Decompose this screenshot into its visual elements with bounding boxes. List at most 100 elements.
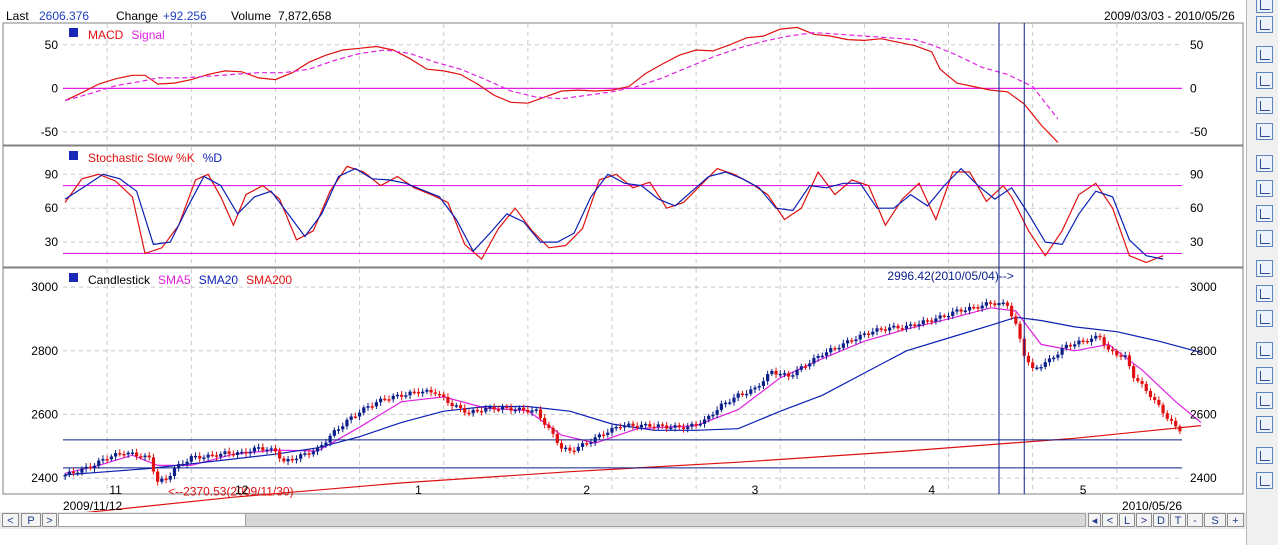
parallel-line-tool-icon[interactable]: [1256, 205, 1273, 222]
draw-pencil-tool-icon[interactable]: [1256, 367, 1273, 384]
candle-body: [976, 307, 980, 309]
candle-body: [118, 453, 122, 455]
horizontal-lines-tool-icon[interactable]: [1256, 123, 1273, 140]
eraser-tool-icon[interactable]: [1256, 447, 1273, 464]
zoom-in-button[interactable]: +: [1227, 513, 1244, 527]
candle-body: [568, 447, 572, 451]
candle-body: [694, 423, 698, 426]
cycle-tool-icon[interactable]: [1256, 285, 1273, 302]
vertical-lines-tool-icon[interactable]: [1256, 97, 1273, 114]
x-tick-label: 5: [1080, 483, 1087, 497]
candle-body: [702, 419, 707, 424]
candle-body: [1073, 344, 1077, 347]
candle-body: [635, 425, 639, 428]
next-button[interactable]: >: [1136, 513, 1152, 527]
candle-body: [824, 352, 829, 356]
settings-s-button[interactable]: S: [1204, 513, 1226, 527]
y-tick-label-right: 90: [1190, 167, 1204, 181]
daily-button[interactable]: D: [1153, 513, 1169, 527]
candle-body: [942, 315, 946, 317]
candle-body: [235, 452, 240, 455]
candle-body: [387, 399, 391, 401]
horizontal-scrollbar[interactable]: [58, 513, 1086, 527]
candle-body: [416, 391, 421, 394]
candle-body: [686, 426, 690, 430]
candle-body: [151, 457, 156, 472]
candle-body: [1115, 350, 1119, 356]
candle-body: [67, 471, 71, 475]
candle-body: [841, 343, 845, 348]
candle-body: [564, 447, 568, 450]
scroll-end-button[interactable]: ◂: [1088, 513, 1101, 527]
candle-body: [1001, 302, 1005, 305]
arc-tool-icon[interactable]: [1256, 46, 1273, 63]
box-tool-icon[interactable]: [1256, 342, 1273, 359]
y-tick-label-right: 2600: [1190, 407, 1217, 421]
candle-body: [522, 407, 526, 410]
chart-canvas[interactable]: 50 50 0 0 -50 -50 MACD Signal 90 90 60 60 30 30 Stocha…: [0, 0, 1246, 545]
scrollbar-thumb[interactable]: [59, 514, 246, 526]
candle-body: [92, 465, 97, 469]
candle-body: [320, 445, 324, 448]
candle-body: [623, 425, 627, 428]
candle-body: [181, 463, 185, 466]
candle-body: [808, 363, 812, 367]
candle-body: [315, 447, 320, 452]
label-tool-icon[interactable]: [1256, 180, 1273, 197]
candle-body: [795, 369, 799, 376]
candle-body: [97, 460, 101, 466]
candle-body: [665, 425, 669, 429]
candle-body: [257, 447, 261, 449]
candle-body: [357, 412, 362, 417]
prev-button[interactable]: <: [1102, 513, 1118, 527]
candle-body: [572, 450, 576, 453]
candle-body: [1102, 337, 1106, 346]
candle-body: [463, 408, 467, 413]
candle-body: [303, 453, 307, 455]
y-tick-label-right: 50: [1190, 38, 1204, 52]
speed-line-tool-icon[interactable]: [1256, 260, 1273, 277]
scroll-right-small-button[interactable]: >: [42, 513, 57, 527]
candle-body: [816, 355, 820, 358]
y-tick-label-left: 2400: [31, 471, 58, 485]
candle-body: [648, 423, 652, 427]
fibonacci-fan-tool-icon[interactable]: [1256, 0, 1273, 13]
y-tick-label-left: 0: [51, 81, 58, 95]
trendline-tool-icon[interactable]: [1256, 72, 1273, 89]
candle-body: [349, 416, 353, 420]
candle-body: [1119, 355, 1123, 357]
annotation-low: <--2370.53(2009/11/30): [168, 484, 294, 498]
drawing-toolbar: [1246, 0, 1278, 545]
candle-body: [202, 457, 206, 460]
candle-body: [538, 409, 543, 419]
candle-body: [1161, 404, 1165, 414]
legend-entry: SMA200: [246, 273, 292, 287]
channel-tool-icon[interactable]: [1256, 230, 1273, 247]
candle-body: [799, 366, 803, 370]
tick-button[interactable]: T: [1170, 513, 1186, 527]
candle-body: [450, 403, 454, 407]
candle-body: [917, 324, 921, 327]
page-button[interactable]: P: [21, 513, 41, 527]
refresh-tool-icon[interactable]: [1256, 472, 1273, 489]
y-tick-label-right: 30: [1190, 235, 1204, 249]
candle-body: [627, 423, 631, 426]
candle-body: [669, 427, 673, 430]
latest-button[interactable]: L: [1119, 513, 1135, 527]
candle-body: [1039, 366, 1043, 369]
candle-body: [1060, 348, 1064, 355]
candle-body: [534, 409, 538, 411]
text-tool-icon[interactable]: [1256, 155, 1273, 172]
candle-body: [496, 409, 500, 411]
zoom-out-button[interactable]: -: [1187, 513, 1203, 527]
candle-body: [437, 393, 442, 396]
gann-fan-tool-icon[interactable]: [1256, 16, 1273, 33]
candle-body: [601, 434, 606, 436]
candle-body: [84, 466, 88, 469]
scroll-left-button[interactable]: <: [2, 513, 19, 527]
crosshair-tool-icon[interactable]: [1256, 416, 1273, 433]
zigzag-tool-icon[interactable]: [1256, 392, 1273, 409]
candle-body: [728, 402, 732, 404]
candle-body: [63, 474, 67, 477]
fibonacci-retracement-tool-icon[interactable]: [1256, 310, 1273, 327]
